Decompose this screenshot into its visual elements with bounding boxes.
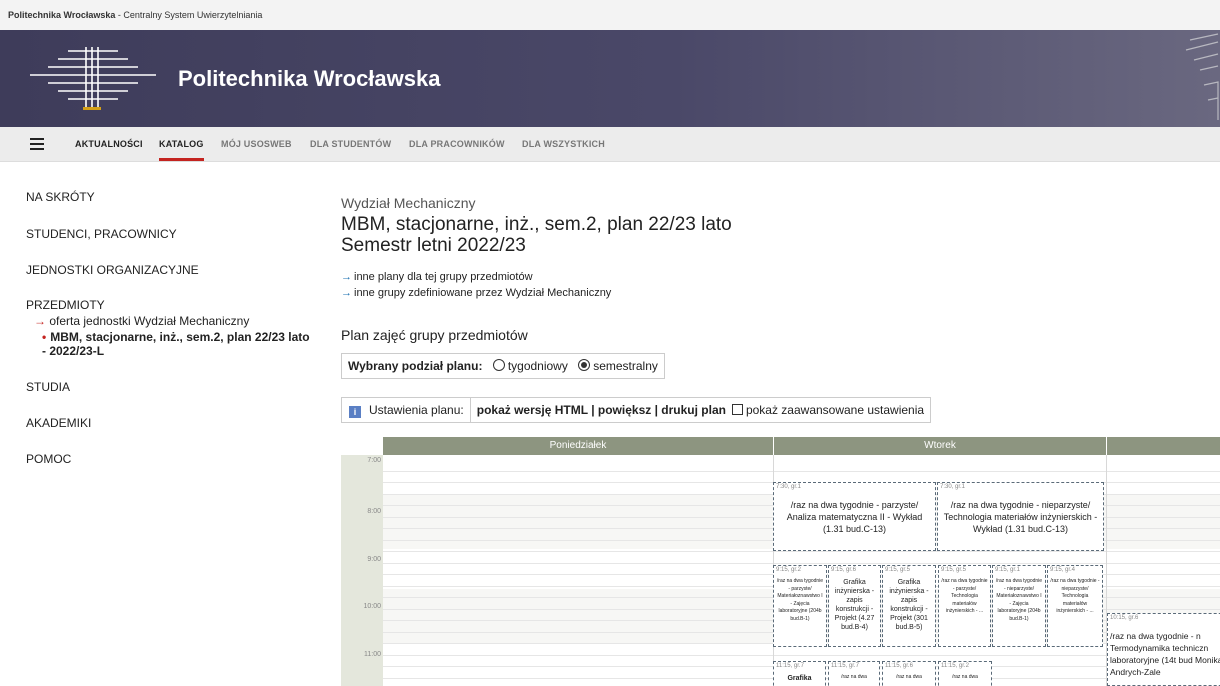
system-name: - Centralny System Uwierzytelniania <box>115 10 263 20</box>
class-block[interactable]: 11:15, gr.7 Grafika <box>773 661 826 686</box>
class-code: 7:30, gr.1 <box>776 484 802 490</box>
advanced-settings-label[interactable]: pokaż zaawansowane ustawienia <box>746 403 924 417</box>
plan-division-box: Wybrany podział planu: tygodniowy semest… <box>341 353 665 379</box>
university-logo-icon[interactable] <box>28 45 158 113</box>
class-text: Grafika inżynierska - zapis konstrukcji … <box>834 579 875 631</box>
banner: Politechnika Wrocławska <box>0 30 1220 127</box>
sidebar-item-studenci[interactable]: STUDENCI, PRACOWNICY <box>26 227 177 241</box>
class-block[interactable]: 7:30, gr.1 /raz na dwa tygodnie - parzys… <box>773 482 936 551</box>
time-label: 9:00 <box>367 556 381 563</box>
nav-dla-studentow[interactable]: DLA STUDENTÓW <box>310 127 391 161</box>
class-code: 9:15, gr.4 <box>1050 567 1076 573</box>
class-text: /raz na dwa <box>841 674 867 680</box>
nav-katalog[interactable]: KATALOG <box>159 127 204 161</box>
sidebar-subitem-oferta-label: oferta jednostki Wydział Mechaniczny <box>49 314 250 328</box>
building-decoration-icon <box>1185 33 1219 120</box>
class-text: /raz na dwa tygodnie - nieparzyste/ Tech… <box>943 500 1098 534</box>
radio-weekly[interactable] <box>492 359 505 371</box>
time-label: 11:00 <box>364 651 381 658</box>
class-block[interactable]: 11:15, gr.2 /raz na dwa <box>938 661 992 686</box>
class-block[interactable]: 11:15, gr.6 /raz na dwa <box>882 661 936 686</box>
class-block[interactable]: 7:30, gr.1 /raz na dwa tygodnie - niepar… <box>937 482 1104 551</box>
nav-moj-usosweb[interactable]: MÓJ USOSWEB <box>221 127 292 161</box>
class-text: /raz na dwa tygodnie - nieparzyste/ Mate… <box>995 578 1043 622</box>
class-block[interactable]: 9:15, gr.5 /raz na dwa tygodnie - parzys… <box>938 565 991 647</box>
sidebar-item-akademiki[interactable]: AKADEMIKI <box>26 416 91 430</box>
class-code: 7:30, gr.1 <box>940 484 966 490</box>
class-code: 11:15, gr.7 <box>776 663 804 669</box>
plan-settings-box: i Ustawienia planu: pokaż wersję HTML | po… <box>341 397 932 423</box>
class-text: /raz na dwa tygodnie - n Termodynamika t… <box>1110 631 1220 677</box>
day-header-monday: Poniedziałek <box>383 437 773 455</box>
sidebar-item-na-skroty[interactable]: NA SKRÓTY <box>26 190 95 204</box>
sidebar-item-pomoc[interactable]: POMOC <box>26 452 71 466</box>
sidebar-item-studia[interactable]: STUDIA <box>26 380 70 394</box>
main-nav: AKTUALNOŚCI KATALOG MÓJ USOSWEB DLA STUD… <box>0 127 1220 162</box>
info-icon[interactable]: i <box>349 406 361 418</box>
class-code: 11:15, gr.7 <box>831 663 859 669</box>
radio-semester-label[interactable]: semestralny <box>593 359 658 373</box>
nav-dla-pracownikow[interactable]: DLA PRACOWNIKÓW <box>409 127 505 161</box>
nav-aktualnosci[interactable]: AKTUALNOŚCI <box>75 127 143 161</box>
link-other-groups[interactable]: → inne grupy zdefiniowane przez Wydział M… <box>341 287 611 299</box>
top-strip: Politechnika Wrocławska - Centralny Syst… <box>0 0 1220 30</box>
class-code: 11:15, gr.6 <box>885 663 913 669</box>
class-block[interactable]: 11:15, gr.7 /raz na dwa <box>828 661 880 686</box>
day-header-wednesday <box>1107 437 1220 455</box>
class-text: /raz na dwa <box>896 674 922 680</box>
page-subtitle: Semestr letni 2022/23 <box>341 235 526 256</box>
sidebar-subitem-oferta[interactable]: → oferta jednostki Wydział Mechaniczny <box>34 314 249 328</box>
class-code: 9:15, gr.5 <box>885 567 911 573</box>
timetable: Poniedziałek Wtorek 7:00 8:00 9:00 10:00… <box>341 437 1220 686</box>
link-other-groups-label: inne grupy zdefiniowane przez Wydział Me… <box>354 287 612 299</box>
advanced-settings-checkbox[interactable] <box>731 404 743 415</box>
institution-name[interactable]: Politechnika Wrocławska <box>8 10 115 20</box>
time-label: 8:00 <box>367 508 381 515</box>
department-name: Wydział Mechaniczny <box>341 195 476 211</box>
class-code: 9:15, gr.5 <box>941 567 967 573</box>
class-text: /raz na dwa tygodnie - parzyste/ Materia… <box>776 578 824 622</box>
nav-dla-wszystkich[interactable]: DLA WSZYSTKICH <box>522 127 605 161</box>
link-other-plans[interactable]: → inne plany dla tej grupy przedmiotów <box>341 271 533 283</box>
sidebar-item-przedmioty[interactable]: PRZEDMIOTY <box>26 298 105 312</box>
day-header-tuesday: Wtorek <box>774 437 1106 455</box>
sidebar-subitem-current-label: MBM, stacjonarne, inż., sem.2, plan 22/2… <box>42 330 310 358</box>
section-title: Plan zajęć grupy przedmiotów <box>341 327 528 343</box>
class-block[interactable]: 9:15, gr.5 Grafika inżynierska - zapis k… <box>882 565 936 647</box>
class-block[interactable]: 9:15, gr.1 /raz na dwa tygodnie - niepar… <box>992 565 1046 647</box>
radio-weekly-label[interactable]: tygodniowy <box>508 359 568 373</box>
class-code: 10:15, gr.6 <box>1110 615 1139 621</box>
banner-title: Politechnika Wrocławska <box>178 66 441 91</box>
sidebar-subitem-current[interactable]: • MBM, stacjonarne, inż., sem.2, plan 22/… <box>42 330 312 358</box>
class-code: 9:15, gr.1 <box>995 567 1021 573</box>
class-block[interactable]: 9:15, gr.4 /raz na dwa tygodnie - niepar… <box>1047 565 1103 647</box>
settings-label: Ustawienia planu: <box>369 403 464 417</box>
class-text: /raz na dwa <box>952 674 978 680</box>
class-text: /raz na dwa tygodnie - parzyste/ Analiza… <box>786 500 923 534</box>
class-text: /raz na dwa tygodnie - parzyste/ Technol… <box>941 578 988 614</box>
bullet-icon: • <box>42 330 47 344</box>
time-label: 10:00 <box>363 603 381 610</box>
class-block[interactable]: 9:15, gr.6 Grafika inżynierska - zapis k… <box>828 565 881 647</box>
class-block[interactable]: 9:15, gr.2 /raz na dwa tygodnie - parzys… <box>773 565 827 647</box>
arrow-right-icon: → <box>341 271 352 283</box>
plan-division-label: Wybrany podział planu: <box>348 359 483 373</box>
hamburger-icon[interactable] <box>30 138 44 150</box>
arrow-right-icon: → <box>34 314 50 328</box>
class-code: 9:15, gr.6 <box>831 567 857 573</box>
class-code: 11:15, gr.2 <box>941 663 969 669</box>
class-text: Grafika inżynierska - zapis konstrukcji … <box>889 579 929 631</box>
class-block[interactable]: 10:15, gr.6 /raz na dwa tygodnie - n Ter… <box>1107 613 1220 686</box>
radio-semester[interactable] <box>578 359 591 371</box>
page-title: MBM, stacjonarne, inż., sem.2, plan 22/2… <box>341 214 732 235</box>
sidebar-item-jednostki[interactable]: JEDNOSTKI ORGANIZACYJNE <box>26 263 199 277</box>
link-other-plans-label: inne plany dla tej grupy przedmiotów <box>354 271 533 283</box>
time-label: 7:00 <box>367 457 381 464</box>
class-text: Grafika <box>787 675 812 682</box>
arrow-right-icon: → <box>341 287 352 299</box>
class-text: /raz na dwa tygodnie - nieparzyste/ Tech… <box>1050 578 1100 614</box>
class-code: 9:15, gr.2 <box>776 567 802 573</box>
settings-links[interactable]: pokaż wersję HTML | powiększ | drukuj pl… <box>477 403 726 417</box>
